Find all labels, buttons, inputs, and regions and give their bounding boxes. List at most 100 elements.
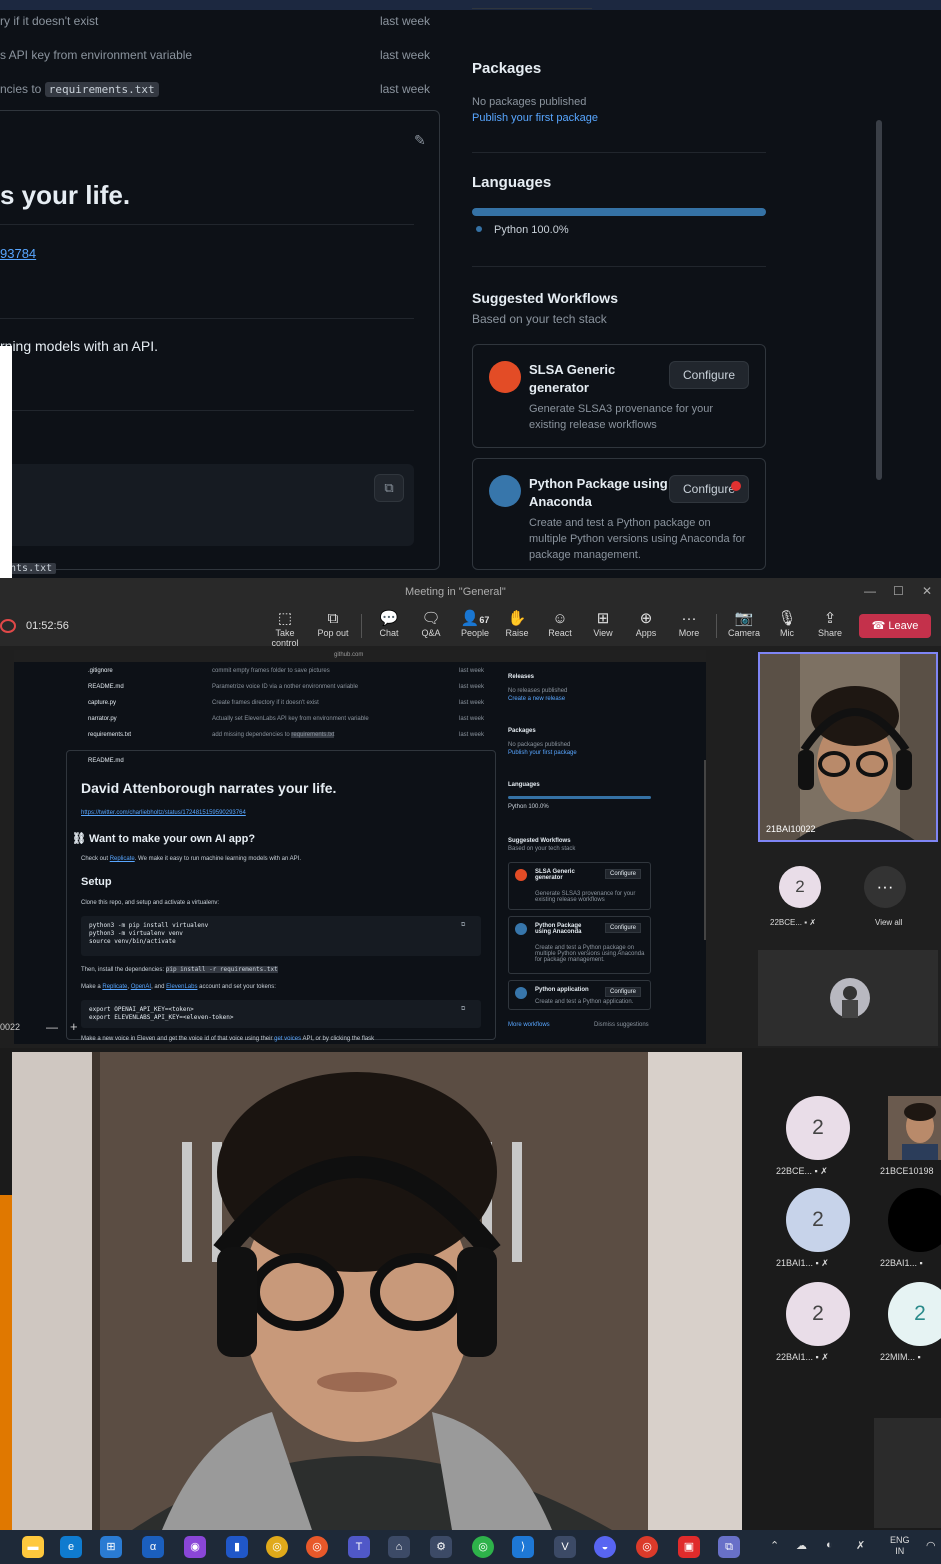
chat-button[interactable]: 💬 Chat (366, 610, 412, 638)
app-icon[interactable]: ▮ (226, 1536, 248, 1558)
leave-button[interactable]: ☎ Leave (859, 614, 931, 638)
configure-button[interactable]: Configure (605, 987, 642, 997)
qa-button[interactable]: 🗨 Q&A (408, 610, 454, 638)
dismiss-suggestions-link[interactable]: Dismiss suggestions (594, 1022, 649, 1028)
zoomed-github-view: ry if it doesn't exist last week s API k… (0, 0, 941, 578)
settings-icon[interactable]: ⚙ (430, 1536, 452, 1558)
tray-icon[interactable]: ◐ (826, 1539, 833, 1551)
divider (472, 8, 592, 9)
cloud-icon[interactable]: ☁ (796, 1539, 807, 1552)
create-release-link[interactable]: Create a new release (508, 696, 565, 702)
edge-icon[interactable]: e (60, 1536, 82, 1558)
app-icon[interactable]: ⌂ (388, 1536, 410, 1558)
language-indicator[interactable]: ENG IN (890, 1535, 910, 1557)
view-button[interactable]: ⊞ View (580, 610, 626, 638)
configure-button[interactable]: Configure (669, 361, 749, 389)
commit-message: add missing dependencies to requirements… (212, 732, 335, 738)
divider (472, 152, 766, 153)
camera-button[interactable]: 📷 Camera (721, 610, 767, 638)
windows-taskbar: ▬ e ⊞ α ◉ ▮ ◎ ◎ T ⌂ ⚙ ◎ ⟩ V ◒ ◎ ▣ ⧉ ⌃ ☁ … (0, 1530, 941, 1564)
minimize-icon[interactable]: — (864, 584, 876, 598)
zoom-in-icon[interactable]: + (70, 1019, 78, 1034)
raise-hand-button[interactable]: ✋ Raise (494, 610, 540, 638)
scrollbar[interactable] (876, 120, 882, 480)
video-tile[interactable] (874, 1418, 941, 1528)
discord-icon[interactable]: ◒ (594, 1536, 616, 1558)
language-item[interactable]: Python 100.0% (494, 224, 569, 236)
chrome-icon[interactable]: ◎ (472, 1536, 494, 1558)
mic-tray-icon[interactable]: ✗ (856, 1539, 865, 1552)
zoom-out-icon[interactable]: — (46, 1020, 58, 1034)
file-name[interactable]: README.md (88, 684, 124, 690)
file-name[interactable]: narrator.py (88, 716, 117, 722)
participant-id: 0022 (0, 1022, 21, 1032)
participant-name: 21BAI1... ▪ ✗ (776, 1258, 829, 1268)
avatar[interactable]: 2 (786, 1282, 850, 1346)
mic-off-icon: ✗ (821, 1352, 829, 1362)
store-icon[interactable]: ⊞ (100, 1536, 122, 1558)
configure-button[interactable]: Configure (605, 923, 642, 933)
copy-icon[interactable]: ⧉ (461, 1006, 465, 1013)
self-video-tile[interactable]: 21BAI10022 (758, 652, 938, 842)
file-row[interactable]: s API key from environment variable last… (0, 38, 440, 72)
more-workflows-link[interactable]: More workflows (508, 1022, 550, 1028)
app-icon[interactable]: ▣ (678, 1536, 700, 1558)
publish-package-link[interactable]: Publish your first package (508, 750, 577, 756)
copy-icon[interactable]: ⧉ (374, 474, 404, 502)
file-row[interactable]: ry if it doesn't exist last week (0, 4, 440, 38)
packages-heading: Packages (472, 60, 542, 77)
teams-icon[interactable]: T (348, 1536, 370, 1558)
file-explorer-icon[interactable]: ▬ (22, 1536, 44, 1558)
app-icon[interactable]: α (142, 1536, 164, 1558)
view-all-label[interactable]: View all (875, 918, 902, 927)
language-item[interactable]: Python 100.0% (508, 804, 549, 810)
commit-message: ncies to requirements.txt (0, 82, 159, 97)
chrome-icon[interactable]: ◎ (266, 1536, 288, 1558)
file-row[interactable]: ncies to requirements.txt last week (0, 72, 440, 106)
browser-icon[interactable]: ◎ (306, 1536, 328, 1558)
file-name[interactable]: requirements.txt (88, 732, 131, 738)
commit-message: s API key from environment variable (0, 48, 193, 62)
python-dot-icon (476, 226, 482, 232)
avatar[interactable] (888, 1096, 941, 1160)
take-control-button[interactable]: ⬚ Take control (262, 610, 308, 648)
more-icon[interactable]: ··· (864, 866, 906, 908)
video-tile[interactable] (758, 950, 938, 1046)
commit-time: last week (379, 48, 430, 62)
configure-button[interactable]: Configure (605, 869, 642, 879)
pop-out-button[interactable]: ⧉ Pop out (310, 610, 356, 638)
divider (0, 410, 414, 411)
mic-button[interactable]: 🎙 Mic (764, 610, 810, 638)
vscode-icon[interactable]: ⟩ (512, 1536, 534, 1558)
chevron-up-icon[interactable]: ⌃ (770, 1539, 779, 1552)
readme-link[interactable]: 93784 (0, 246, 36, 261)
wifi-icon[interactable]: ◠ (926, 1539, 936, 1552)
more-button[interactable]: ··· More (666, 610, 712, 638)
app-icon[interactable]: ⧉ (718, 1536, 740, 1558)
apps-button[interactable]: ⊕ Apps (623, 610, 669, 638)
avatar[interactable]: 2 (786, 1188, 850, 1252)
participant-name: 22BCE... ▪ ✗ (776, 1166, 828, 1176)
h2-app: ⛓ Want to make your own AI app? (72, 833, 256, 845)
meeting-toolbar: 01:52:56 ⬚ Take control ⧉ Pop out 💬 Chat 🗨 Q… (0, 606, 941, 648)
file-name[interactable]: capture.py (88, 700, 116, 706)
app-icon[interactable]: V (554, 1536, 576, 1558)
python-icon (515, 923, 527, 935)
avatar[interactable]: 2 (786, 1096, 850, 1160)
scrollbar[interactable] (704, 760, 706, 940)
edit-pencil-icon[interactable]: ✎ (414, 132, 426, 149)
copy-icon[interactable]: ⧉ (461, 922, 465, 929)
publish-package-link[interactable]: Publish your first package (472, 112, 598, 124)
react-button[interactable]: ☺ React (537, 610, 583, 638)
app-icon[interactable]: ◉ (184, 1536, 206, 1558)
camera-feed[interactable] (12, 1052, 742, 1530)
chrome-icon[interactable]: ◎ (636, 1536, 658, 1558)
people-button[interactable]: 👤67 People (452, 610, 498, 638)
close-icon[interactable]: ✕ (922, 584, 932, 598)
readme-link[interactable]: https://twitter.com/charliebholtz/status… (81, 810, 246, 816)
maximize-icon[interactable]: ☐ (893, 584, 904, 598)
share-button[interactable]: ⇪ Share (807, 610, 853, 638)
avatar[interactable]: 2 (779, 866, 821, 908)
commit-time: last week (459, 716, 485, 722)
file-name[interactable]: .gitignore (88, 668, 113, 674)
